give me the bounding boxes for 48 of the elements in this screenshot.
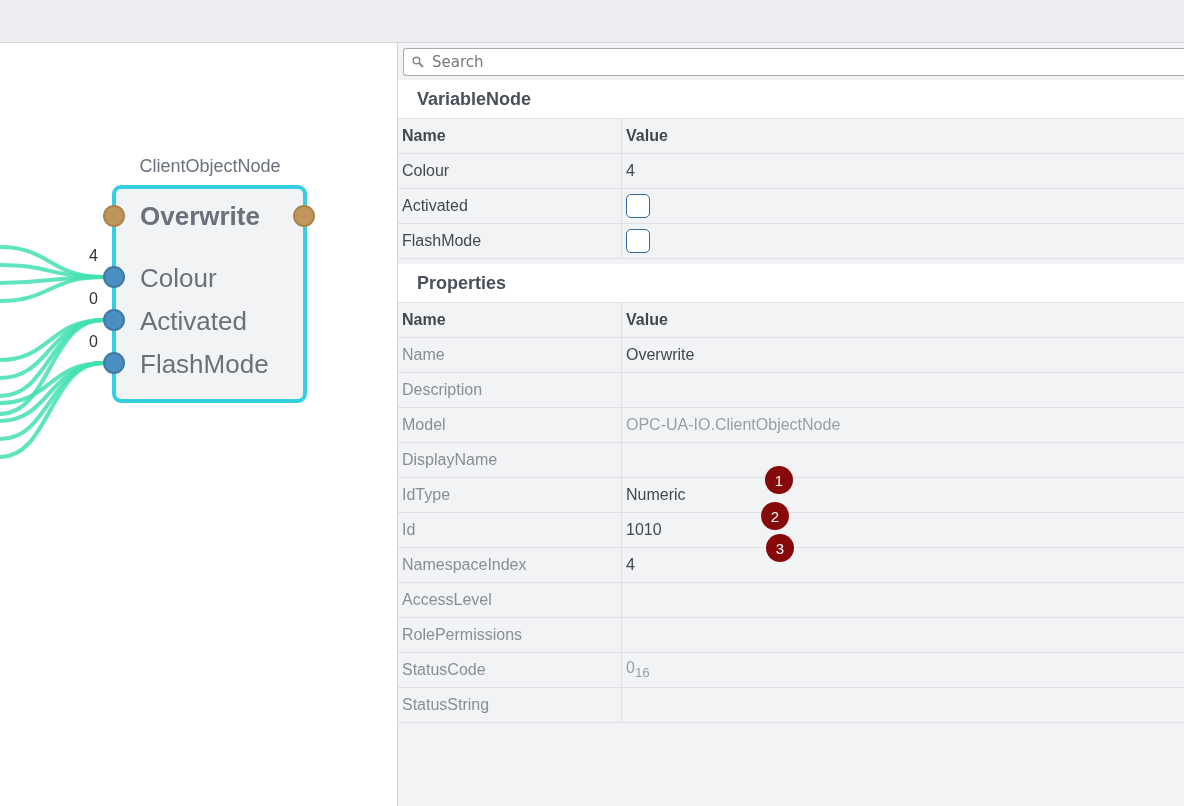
property-name: RolePermissions xyxy=(398,618,622,652)
column-header: Name xyxy=(398,119,622,153)
input-port[interactable] xyxy=(103,309,125,331)
property-name: Name xyxy=(398,338,622,372)
property-name: IdType xyxy=(398,478,622,512)
property-name: Colour xyxy=(398,154,622,188)
column-header: Value xyxy=(625,310,669,330)
property-name: Description xyxy=(398,373,622,407)
column-header: Name xyxy=(398,303,622,337)
property-value: 4 xyxy=(626,162,635,180)
output-port[interactable] xyxy=(103,205,125,227)
property-value: Numeric xyxy=(626,486,686,504)
property-name: Model xyxy=(398,408,622,442)
property-value: 4 xyxy=(626,556,635,574)
numbered-marker: 1 xyxy=(765,466,793,494)
property-name: StatusCode xyxy=(398,653,622,687)
input-value: 4 xyxy=(89,247,98,265)
numbered-marker: 3 xyxy=(766,534,794,562)
input-value: 0 xyxy=(89,290,98,308)
input-port[interactable] xyxy=(103,352,125,374)
node-card[interactable]: Overwrite Colour Activated FlashMode xyxy=(112,185,307,403)
search-icon xyxy=(412,56,424,68)
property-name: AccessLevel xyxy=(398,583,622,617)
numbered-marker: 2 xyxy=(761,502,789,530)
property-value: 0$_{16}$ xyxy=(626,659,650,681)
checkbox[interactable] xyxy=(626,194,650,218)
search-field[interactable]: Search xyxy=(403,48,1184,76)
input-port[interactable] xyxy=(103,266,125,288)
property-name: DisplayName xyxy=(398,443,622,477)
output-port[interactable] xyxy=(293,205,315,227)
input-label: FlashMode xyxy=(140,349,269,380)
input-label: Activated xyxy=(140,306,247,337)
input-value: 0 xyxy=(89,333,98,351)
section-heading: Properties xyxy=(398,264,1184,302)
property-name: StatusString xyxy=(398,688,622,722)
section-heading: VariableNode xyxy=(398,80,1184,118)
property-value: Overwrite xyxy=(626,346,695,364)
property-value: OPC-UA-IO.ClientObjectNode xyxy=(626,416,841,434)
input-label: Colour xyxy=(140,263,217,294)
property-value: 1010 xyxy=(626,521,662,539)
node-title: Overwrite xyxy=(140,201,260,232)
node-caption: ClientObjectNode xyxy=(138,156,282,177)
property-name: Id xyxy=(398,513,622,547)
property-name: Activated xyxy=(398,189,622,223)
property-name: NamespaceIndex xyxy=(398,548,622,582)
column-header: Value xyxy=(625,126,669,146)
property-name: FlashMode xyxy=(398,224,622,258)
checkbox[interactable] xyxy=(626,229,650,253)
